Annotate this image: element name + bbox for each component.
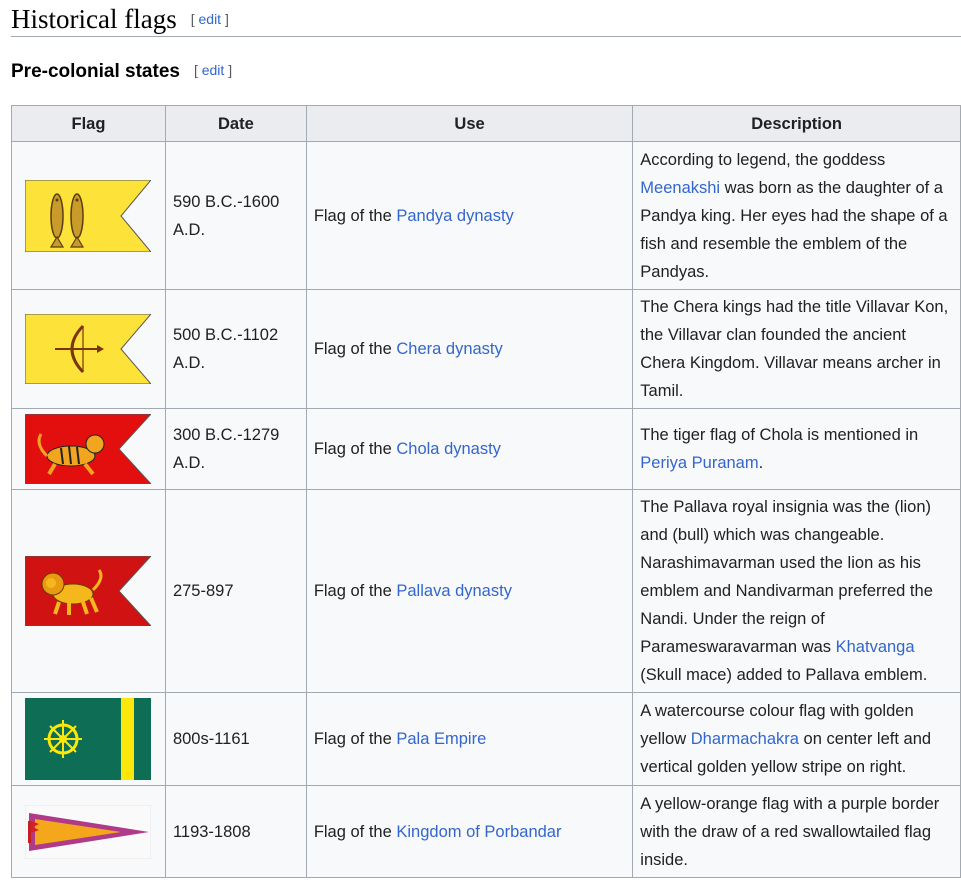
header-use[interactable]: Use [305,105,634,142]
pala-dharmachakra-flag-icon[interactable] [25,698,152,780]
header-description[interactable]: Description [632,105,961,142]
use-link[interactable]: Kingdom of Porbandar [396,823,561,841]
table-row: 300 B.C.-1279 A.D. Flag of the Chola dyn… [11,408,961,490]
use-prefix: Flag of the [313,822,397,841]
section-edit: [ edit ] [190,11,229,27]
description-cell: The Pallava royal insignia was the (lion… [632,489,961,693]
chera-bow-flag-icon[interactable] [25,314,152,384]
use-link[interactable]: Chola dynasty [396,440,501,458]
description-text: . [758,454,764,472]
description-text: (Skull mace) added to Pallava emblem. [640,666,928,684]
use-prefix: Flag of the [313,206,397,225]
table-row: 590 B.C.-1600 A.D. Flag of the Pandya dy… [11,141,961,290]
flag-cell [11,692,166,786]
description-cell: According to legend, the goddess Meenaks… [632,141,961,290]
use-prefix: Flag of the [313,582,397,600]
section-edit-link[interactable]: edit [199,11,222,27]
date-cell: 300 B.C.-1279 A.D. [164,408,307,490]
description-cell: A watercourse colour flag with golden ye… [632,692,961,786]
date-cell: 500 B.C.-1102 A.D. [164,289,307,409]
porbandar-pennant-flag-icon[interactable] [25,804,152,859]
use-link[interactable]: Pandya dynasty [396,207,513,225]
flags-table: Flag Date Use Description 590 B.C.-1600 … [11,105,961,878]
table-row: 1193-1808 Flag of the Kingdom of Porband… [11,785,961,878]
use-cell: Flag of the Pala Empire [305,692,634,786]
subsection-edit-link[interactable]: edit [202,62,225,78]
use-cell: Flag of the Kingdom of Porbandar [305,785,634,878]
use-cell: Flag of the Chola dynasty [305,408,634,490]
description-cell: The tiger flag of Chola is mentioned in … [632,408,961,490]
subsection-edit: [ edit ] [193,62,233,78]
use-prefix: Flag of the [313,340,397,358]
use-cell: Flag of the Chera dynasty [305,289,634,409]
pallava-lion-flag-icon[interactable] [25,556,152,626]
description-text: According to legend, the goddess [640,150,886,169]
date-cell: 590 B.C.-1600 A.D. [164,141,307,290]
flag-cell [11,141,166,290]
flag-cell [11,408,166,490]
description-text: A yellow-orange flag with a purple borde… [640,794,940,869]
date-cell: 275-897 [164,489,307,693]
description-text: The Chera kings had the title Villavar K… [640,298,949,400]
description-cell: The Chera kings had the title Villavar K… [632,289,961,409]
use-link[interactable]: Chera dynasty [396,340,502,358]
header-flag[interactable]: Flag [11,105,166,142]
date-cell: 1193-1808 [164,785,307,878]
header-date[interactable]: Date [164,105,307,142]
description-link[interactable]: Periya Puranam [640,454,758,472]
table-row: 500 B.C.-1102 A.D. Flag of the Chera dyn… [11,289,961,409]
section-title: Historical flags [11,4,177,34]
pandya-fish-flag-icon[interactable] [25,179,152,252]
description-text: The tiger flag of Chola is mentioned in [640,426,919,444]
description-link[interactable]: Meenakshi [640,179,720,197]
use-prefix: Flag of the [313,440,397,458]
subsection-title: Pre-colonial states [11,61,180,82]
use-link[interactable]: Pallava dynasty [396,582,512,600]
date-cell: 800s-1161 [164,692,307,786]
table-header-row: Flag Date Use Description [11,105,961,142]
use-link[interactable]: Pala Empire [396,730,486,748]
flag-cell [11,489,166,693]
subsection-heading: Pre-colonial states [ edit ] [11,58,232,86]
description-text: The Pallava royal insignia was the (lion… [640,498,933,656]
description-cell: A yellow-orange flag with a purple borde… [632,785,961,878]
use-prefix: Flag of the [313,730,397,748]
table-row: 275-897 Flag of the Pallava dynasty The … [11,489,961,693]
description-link[interactable]: Dharmachakra [691,730,799,748]
use-cell: Flag of the Pallava dynasty [305,489,634,693]
table-row: 800s-1161 Flag of the Pala Empire A wate… [11,692,961,786]
description-link[interactable]: Khatvanga [836,638,915,656]
chola-tiger-flag-icon[interactable] [25,414,152,484]
flag-cell [11,785,166,878]
use-cell: Flag of the Pandya dynasty [305,141,634,290]
flag-cell [11,289,166,409]
section-heading: Historical flags [ edit ] [11,3,961,37]
